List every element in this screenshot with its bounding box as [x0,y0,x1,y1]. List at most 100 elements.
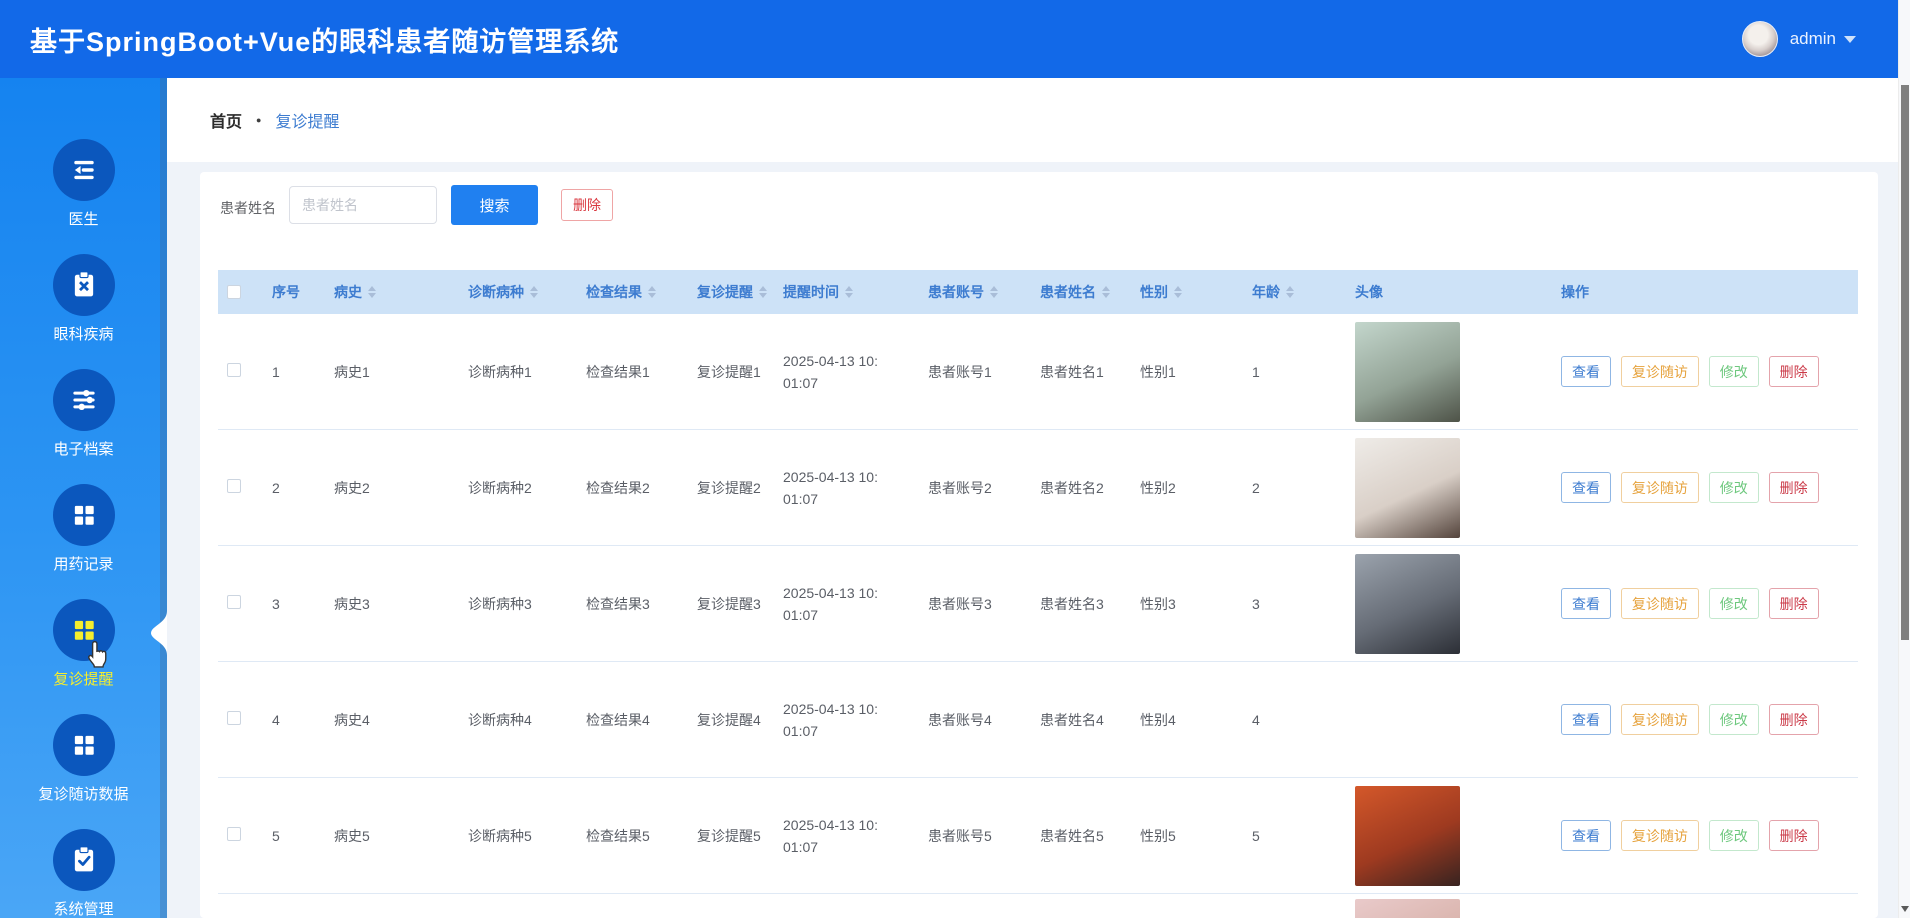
cell-gender: 性别5 [1140,827,1176,844]
patient-avatar [1355,899,1460,918]
cell-reminder: 复诊提醒1 [697,363,761,380]
edit-button[interactable]: 修改 [1708,472,1759,503]
view-button[interactable]: 查看 [1561,704,1611,735]
cell-account: 患者账号1 [928,363,992,380]
sort-icon[interactable] [530,286,538,298]
cell-age: 1 [1252,363,1260,380]
column-header-diagnosis: 诊断病种 [458,282,576,302]
cell-name: 患者姓名4 [1040,711,1104,728]
cell-diagnosis: 诊断病种4 [468,711,532,728]
cell-diagnosis: 诊断病种3 [468,595,532,612]
cell-diagnosis: 诊断病种2 [468,479,532,496]
cell-account: 患者账号3 [928,595,992,612]
user-avatar[interactable] [1741,21,1778,57]
sort-icon[interactable] [990,286,998,298]
view-button[interactable]: 查看 [1561,820,1611,851]
sidebar-item[interactable]: 系统管理 [0,816,167,918]
sidebar-item[interactable]: 复诊提醒 [0,586,167,701]
column-header-actions: 操作 [1561,284,1589,300]
cell-time: 2025-04-13 10: 01:07 [783,700,878,739]
sidebar-menu: 医生 眼科疾病 电子档案 用药记录 复诊提醒 复诊随访数据 系统管理 [0,78,167,918]
cell-actions: 查看 复诊随访 修改 删除 [1551,820,1858,851]
row-checkbox[interactable] [227,362,241,377]
sidebar-scrollbar[interactable] [160,78,167,918]
column-header-no: 序号 [272,284,300,300]
delete-row-button[interactable]: 删除 [1768,704,1819,735]
menu-icon [68,154,100,186]
cell-history: 病史3 [334,595,370,612]
view-button[interactable]: 查看 [1561,588,1611,619]
view-button[interactable]: 查看 [1561,472,1611,503]
sidebar-item[interactable]: 用药记录 [0,471,167,586]
sidebar-item-label: 系统管理 [53,900,114,918]
table-row-partial [218,894,1858,918]
table-row: 3 病史3 诊断病种3 检查结果3 复诊提醒3 2025-04-13 10: 0… [218,546,1858,662]
sidebar-item[interactable]: 复诊随访数据 [0,701,167,816]
cell-account: 患者账号4 [928,711,992,728]
cell-no: 4 [272,711,280,728]
cell-name: 患者姓名2 [1040,479,1104,496]
batch-delete-button[interactable]: 删除 [561,189,613,221]
cell-age: 2 [1252,479,1260,496]
followup-button[interactable]: 复诊随访 [1620,588,1699,619]
sort-icon[interactable] [1102,286,1110,298]
search-field-label: 患者姓名 [220,200,276,216]
sidebar-item[interactable]: 医生 [0,126,167,241]
cell-result: 检查结果3 [586,595,650,612]
row-checkbox[interactable] [227,594,241,609]
sort-icon[interactable] [1286,286,1294,298]
sidebar-item-label: 用药记录 [53,555,114,573]
sidebar-item[interactable]: 眼科疾病 [0,241,167,356]
delete-row-button[interactable]: 删除 [1768,356,1819,387]
followup-button[interactable]: 复诊随访 [1620,704,1699,735]
row-checkbox[interactable] [227,478,241,493]
sort-icon[interactable] [845,286,853,298]
sidebar: 医生 眼科疾病 电子档案 用药记录 复诊提醒 复诊随访数据 系统管理 [0,78,167,918]
search-button[interactable]: 搜索 [451,185,538,225]
followup-button[interactable]: 复诊随访 [1620,472,1699,503]
followup-button[interactable]: 复诊随访 [1620,356,1699,387]
cell-age: 3 [1252,595,1260,612]
delete-row-button[interactable]: 删除 [1768,820,1819,851]
sidebar-collapse-notch[interactable] [147,611,167,655]
sort-icon[interactable] [1174,286,1182,298]
delete-row-button[interactable]: 删除 [1768,472,1819,503]
clipboard-x-icon [68,269,100,301]
cell-reminder: 复诊提醒5 [697,827,761,844]
table-row: 4 病史4 诊断病种4 检查结果4 复诊提醒4 2025-04-13 10: 0… [218,662,1858,778]
cell-account: 患者账号5 [928,827,992,844]
followup-button[interactable]: 复诊随访 [1620,820,1699,851]
sort-icon[interactable] [759,286,767,298]
view-button[interactable]: 查看 [1561,356,1611,387]
page-scrollbar[interactable] [1898,0,1910,918]
search-input[interactable] [289,186,437,224]
row-checkbox[interactable] [227,710,241,725]
cell-no: 1 [272,363,280,380]
scrollbar-down-arrow-icon[interactable] [1901,906,1909,912]
sort-icon[interactable] [648,286,656,298]
select-all-checkbox[interactable] [227,285,241,299]
scrollbar-thumb[interactable] [1901,85,1909,640]
user-menu[interactable]: admin [1741,21,1856,57]
delete-row-button[interactable]: 删除 [1768,588,1819,619]
edit-button[interactable]: 修改 [1708,356,1759,387]
sort-icon[interactable] [368,286,376,298]
row-checkbox[interactable] [227,826,241,841]
cell-name: 患者姓名3 [1040,595,1104,612]
content-card: 患者姓名 搜索 删除 序号 病史 诊断病种 检查结果 复诊提醒 提醒时间 患者账… [200,172,1878,918]
app-title: 基于SpringBoot+Vue的眼科患者随访管理系统 [30,26,620,57]
column-header-age: 年龄 [1242,282,1345,302]
edit-button[interactable]: 修改 [1708,588,1759,619]
breadcrumb-home[interactable]: 首页 [210,108,242,132]
cell-gender: 性别4 [1140,711,1176,728]
sidebar-item[interactable]: 电子档案 [0,356,167,471]
grid-icon [68,614,100,646]
edit-button[interactable]: 修改 [1708,704,1759,735]
cell-reminder: 复诊提醒3 [697,595,761,612]
edit-button[interactable]: 修改 [1708,820,1759,851]
breadcrumb-separator: ● [256,115,262,125]
breadcrumb-current[interactable]: 复诊提醒 [275,108,339,132]
table-row: 2 病史2 诊断病种2 检查结果2 复诊提醒2 2025-04-13 10: 0… [218,430,1858,546]
data-table: 序号 病史 诊断病种 检查结果 复诊提醒 提醒时间 患者账号 患者姓名 性别 年… [218,270,1858,918]
cell-name: 患者姓名5 [1040,827,1104,844]
